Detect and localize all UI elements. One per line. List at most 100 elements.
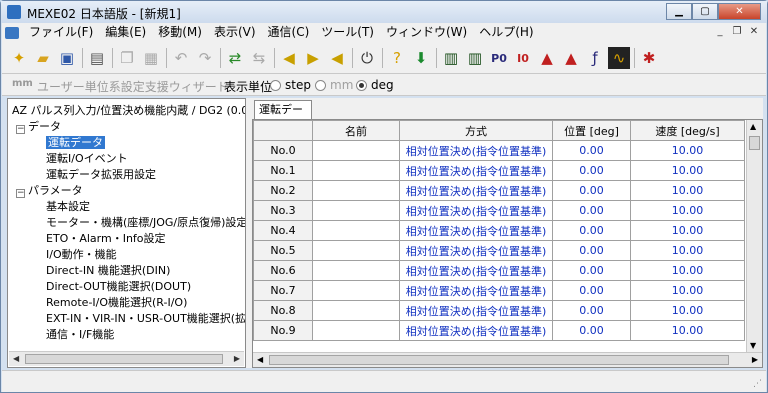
print-icon[interactable]: ▤ (86, 47, 108, 69)
cell-name[interactable] (312, 260, 400, 281)
menu-file[interactable]: ファイル(F) (23, 23, 99, 42)
row-header[interactable]: No.1 (253, 160, 313, 181)
tree-item-param[interactable]: モーター・機構(座標/JOG/原点復帰)設定 (46, 215, 245, 231)
cell-name[interactable] (312, 220, 400, 241)
table-row[interactable]: No.2 相対位置決め(指令位置基準) 0.00 10.00 (253, 180, 745, 201)
table-row[interactable]: No.3 相対位置決め(指令位置基準) 0.00 10.00 (253, 200, 745, 221)
tree-item-param[interactable]: Direct-IN 機能選択(DIN) (46, 263, 170, 279)
cell-method[interactable]: 相対位置決め(指令位置基準) (399, 320, 553, 341)
document-icon[interactable] (5, 26, 19, 39)
grid-vertical-scrollbar[interactable]: ▲ ▼ (746, 120, 762, 352)
cell-name[interactable] (312, 280, 400, 301)
paste-icon[interactable]: ▦ (140, 47, 162, 69)
exit-icon[interactable]: ✱ (638, 47, 660, 69)
cell-name[interactable] (312, 320, 400, 341)
cell-speed[interactable]: 10.00 (630, 160, 745, 181)
cell-speed[interactable]: 10.00 (630, 240, 745, 261)
tree-item-operation-data[interactable]: 運転データ (46, 135, 105, 151)
title-bar[interactable]: MEXE02 日本語版 - [新規1] ▁ ▢ ✕ (1, 1, 767, 23)
child-restore-icon[interactable]: ❐ (730, 25, 744, 39)
alarm-icon[interactable]: ▲ (536, 47, 558, 69)
row-header[interactable]: No.8 (253, 300, 313, 321)
menu-communication[interactable]: 通信(C) (262, 23, 316, 42)
connect-icon[interactable]: ⇄ (224, 47, 246, 69)
tree-item-operation-io-event[interactable]: 運転I/Oイベント (46, 151, 128, 167)
menu-tools[interactable]: ツール(T) (315, 23, 380, 42)
menu-help[interactable]: ヘルプ(H) (473, 23, 539, 42)
unit-deg-radio[interactable]: deg (356, 78, 394, 92)
cell-method[interactable]: 相対位置決め(指令位置基準) (399, 220, 553, 241)
tree-item-param[interactable]: EXT-IN・VIR-IN・USR-OUT機能選択(拡張) (46, 311, 245, 327)
table-row[interactable]: No.5 相対位置決め(指令位置基準) 0.00 10.00 (253, 240, 745, 261)
waveform-icon[interactable]: ∿ (608, 47, 630, 69)
tree-item-param[interactable]: Direct-OUT機能選択(DOUT) (46, 279, 191, 295)
teaching-icon[interactable]: ⬇ (410, 47, 432, 69)
cell-method[interactable]: 相対位置決め(指令位置基準) (399, 200, 553, 221)
column-header-speed[interactable]: 速度 [deg/s] (630, 120, 745, 141)
scroll-thumb[interactable] (749, 136, 760, 150)
menu-move[interactable]: 移動(M) (152, 23, 208, 42)
cell-speed[interactable]: 10.00 (630, 220, 745, 241)
cell-speed[interactable]: 10.00 (630, 200, 745, 221)
upload-icon[interactable]: ◀ (278, 47, 300, 69)
grid-horizontal-scrollbar[interactable]: ◀ ▶ (253, 352, 762, 367)
cell-position[interactable]: 0.00 (552, 300, 631, 321)
table-row[interactable]: No.7 相対位置決め(指令位置基準) 0.00 10.00 (253, 280, 745, 301)
child-minimize-icon[interactable]: _ (713, 25, 727, 39)
cell-method[interactable]: 相対位置決め(指令位置基準) (399, 300, 553, 321)
disconnect-icon[interactable]: ⇆ (248, 47, 270, 69)
save-icon[interactable]: ▣ (56, 47, 78, 69)
row-header[interactable]: No.4 (253, 220, 313, 241)
cell-position[interactable]: 0.00 (552, 280, 631, 301)
output-monitor-icon[interactable]: I0 (512, 47, 534, 69)
child-close-icon[interactable]: ✕ (747, 25, 761, 39)
cell-name[interactable] (312, 180, 400, 201)
minimize-button[interactable]: ▁ (666, 3, 692, 20)
cell-method[interactable]: 相対位置決め(指令位置基準) (399, 180, 553, 201)
cell-method[interactable]: 相対位置決め(指令位置基準) (399, 260, 553, 281)
menu-edit[interactable]: 編集(E) (99, 23, 152, 42)
table-row[interactable]: No.0 相対位置決め(指令位置基準) 0.00 10.00 (253, 140, 745, 161)
cell-speed[interactable]: 10.00 (630, 180, 745, 201)
cell-name[interactable] (312, 300, 400, 321)
communication-monitor-icon[interactable]: ƒ (584, 47, 606, 69)
tree-horizontal-scrollbar[interactable]: ◀ ▶ (9, 351, 244, 366)
io-monitor-icon[interactable]: ▥ (440, 47, 462, 69)
cell-method[interactable]: 相対位置決め(指令位置基準) (399, 240, 553, 261)
column-header-method[interactable]: 方式 (399, 120, 553, 141)
cell-speed[interactable]: 10.00 (630, 280, 745, 301)
undo-icon[interactable]: ↶ (170, 47, 192, 69)
tree-group-data[interactable]: − データ (16, 119, 61, 135)
warning-icon[interactable]: ▲ (560, 47, 582, 69)
collapse-icon[interactable]: − (16, 189, 25, 198)
tree-item-operation-data-ext[interactable]: 運転データ拡張用設定 (46, 167, 156, 183)
scroll-left-icon[interactable]: ◀ (13, 354, 19, 363)
scroll-up-icon[interactable]: ▲ (750, 122, 756, 131)
cell-position[interactable]: 0.00 (552, 140, 631, 161)
scroll-right-icon[interactable]: ▶ (752, 355, 758, 364)
unit-step-radio[interactable]: step (270, 78, 311, 92)
cell-name[interactable] (312, 140, 400, 161)
table-row[interactable]: No.4 相対位置決め(指令位置基準) 0.00 10.00 (253, 220, 745, 241)
scroll-left-icon[interactable]: ◀ (257, 355, 263, 364)
scroll-thumb[interactable] (269, 355, 729, 365)
cell-position[interactable]: 0.00 (552, 200, 631, 221)
tab-operation-data[interactable]: 運転データ (254, 100, 312, 133)
cell-position[interactable]: 0.00 (552, 260, 631, 281)
tree-view[interactable]: AZ パルス列入力/位置決め機能内蔵 / DG2 (0.01deg/ −データ … (7, 98, 246, 368)
scroll-right-icon[interactable]: ▶ (234, 354, 240, 363)
open-folder-icon[interactable]: ▰ (32, 47, 54, 69)
cell-method[interactable]: 相対位置決め(指令位置基準) (399, 280, 553, 301)
cell-name[interactable] (312, 200, 400, 221)
maximize-button[interactable]: ▢ (692, 3, 718, 20)
download-icon[interactable]: ▶ (302, 47, 324, 69)
cell-position[interactable]: 0.00 (552, 240, 631, 261)
cell-name[interactable] (312, 240, 400, 261)
column-header-name[interactable]: 名前 (312, 120, 400, 141)
row-header[interactable]: No.5 (253, 240, 313, 261)
verify-icon[interactable]: ◀ (326, 47, 348, 69)
cell-speed[interactable]: 10.00 (630, 260, 745, 281)
row-header[interactable]: No.0 (253, 140, 313, 161)
tree-item-param[interactable]: I/O動作・機能 (46, 247, 117, 263)
new-file-icon[interactable]: ✦ (8, 47, 30, 69)
